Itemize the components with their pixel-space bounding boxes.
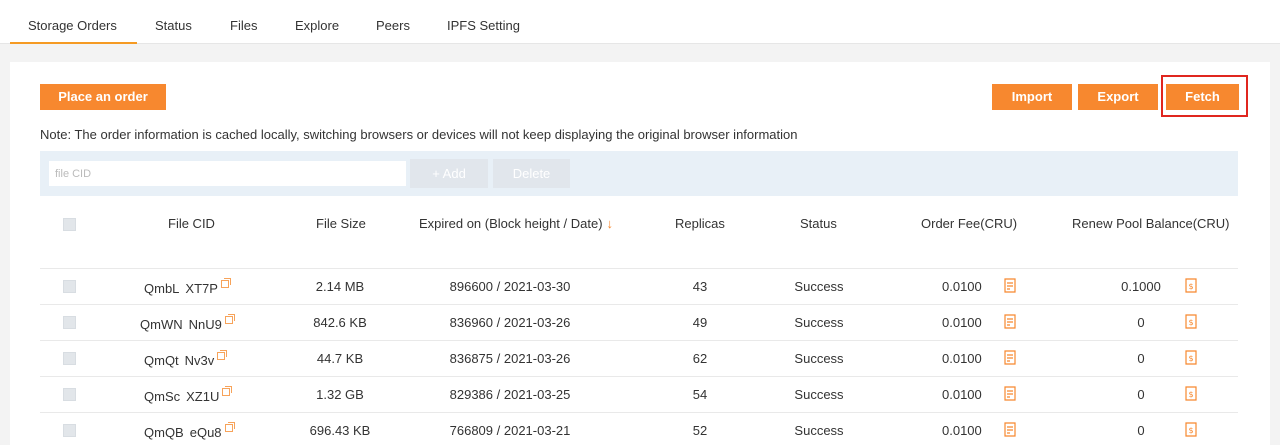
tab-ipfs-setting[interactable]: IPFS Setting bbox=[447, 0, 520, 44]
renew-pool-cell: 0.1000 bbox=[1121, 279, 1161, 294]
expired-cell: 829386 / 2021-03-25 bbox=[449, 387, 571, 402]
fetch-highlight-box bbox=[1161, 75, 1248, 117]
row-divider bbox=[40, 304, 1238, 305]
svg-text:$: $ bbox=[1188, 426, 1193, 435]
order-fee-icon[interactable] bbox=[1004, 314, 1016, 329]
row-divider bbox=[40, 376, 1238, 377]
header-file-cid: File CID bbox=[168, 216, 215, 231]
cid-input[interactable] bbox=[49, 161, 406, 186]
order-fee-cell: 0.0100 bbox=[942, 279, 982, 294]
import-button[interactable]: Import bbox=[992, 84, 1072, 110]
order-fee-cell: 0.0100 bbox=[942, 315, 982, 330]
header-renew-pool: Renew Pool Balance(CRU) bbox=[1072, 216, 1230, 231]
tab-files[interactable]: Files bbox=[230, 0, 257, 44]
export-button[interactable]: Export bbox=[1078, 84, 1158, 110]
expired-cell: 836960 / 2021-03-26 bbox=[449, 315, 571, 330]
row-divider bbox=[40, 268, 1238, 269]
order-fee-icon[interactable] bbox=[1004, 386, 1016, 401]
renew-pool-cell: 0 bbox=[1137, 315, 1145, 330]
tab-status[interactable]: Status bbox=[155, 0, 192, 44]
svg-text:$: $ bbox=[1188, 354, 1193, 363]
renew-pool-cell: 0 bbox=[1137, 423, 1145, 438]
replicas-cell: 49 bbox=[692, 315, 708, 330]
row-divider bbox=[40, 340, 1238, 341]
svg-text:$: $ bbox=[1188, 318, 1193, 327]
order-fee-cell: 0.0100 bbox=[942, 387, 982, 402]
status-cell: Success bbox=[794, 351, 844, 366]
tab-explore[interactable]: Explore bbox=[295, 0, 339, 44]
status-cell: Success bbox=[794, 279, 844, 294]
add-cid-button[interactable]: + Add bbox=[410, 159, 488, 188]
row-divider bbox=[40, 412, 1238, 413]
header-replicas: Replicas bbox=[675, 216, 725, 231]
tab-storage-orders[interactable]: Storage Orders bbox=[10, 0, 137, 44]
sort-down-icon[interactable]: ↓ bbox=[607, 216, 614, 231]
order-fee-icon[interactable] bbox=[1004, 350, 1016, 365]
header-status: Status bbox=[800, 216, 837, 231]
renew-pool-cell: 0 bbox=[1137, 351, 1145, 366]
select-all-checkbox[interactable] bbox=[63, 218, 76, 231]
replicas-cell: 62 bbox=[692, 351, 708, 366]
svg-text:$: $ bbox=[1188, 282, 1193, 291]
expired-cell: 896600 / 2021-03-30 bbox=[449, 279, 571, 294]
header-expired-on-label: Expired on (Block height / Date) bbox=[419, 216, 603, 231]
top-nav: Storage Orders Status Files Explore Peer… bbox=[0, 0, 1280, 44]
order-fee-icon[interactable] bbox=[1004, 278, 1016, 293]
replicas-cell: 43 bbox=[692, 279, 708, 294]
place-order-button[interactable]: Place an order bbox=[40, 84, 166, 110]
renew-pool-icon[interactable]: $ bbox=[1185, 278, 1197, 293]
cid-filter-bar: + Add Delete bbox=[40, 151, 1238, 196]
header-file-size: File Size bbox=[316, 216, 366, 231]
svg-text:$: $ bbox=[1188, 390, 1193, 399]
order-fee-cell: 0.0100 bbox=[942, 423, 982, 438]
replicas-cell: 54 bbox=[692, 387, 708, 402]
tab-peers[interactable]: Peers bbox=[376, 0, 410, 44]
expired-cell: 766809 / 2021-03-21 bbox=[449, 423, 571, 438]
order-fee-icon[interactable] bbox=[1004, 422, 1016, 437]
status-cell: Success bbox=[794, 315, 844, 330]
renew-pool-icon[interactable]: $ bbox=[1185, 422, 1197, 437]
replicas-cell: 52 bbox=[692, 423, 708, 438]
renew-pool-cell: 0 bbox=[1137, 387, 1145, 402]
expired-cell: 836875 / 2021-03-26 bbox=[449, 351, 571, 366]
order-fee-cell: 0.0100 bbox=[942, 351, 982, 366]
status-cell: Success bbox=[794, 387, 844, 402]
header-order-fee: Order Fee(CRU) bbox=[921, 216, 1018, 231]
header-expired-on[interactable]: Expired on (Block height / Date) ↓ bbox=[419, 216, 613, 231]
status-cell: Success bbox=[794, 423, 844, 438]
delete-cid-button[interactable]: Delete bbox=[493, 159, 570, 188]
renew-pool-icon[interactable]: $ bbox=[1185, 350, 1197, 365]
renew-pool-icon[interactable]: $ bbox=[1185, 386, 1197, 401]
renew-pool-icon[interactable]: $ bbox=[1185, 314, 1197, 329]
cache-note: Note: The order information is cached lo… bbox=[40, 127, 798, 142]
